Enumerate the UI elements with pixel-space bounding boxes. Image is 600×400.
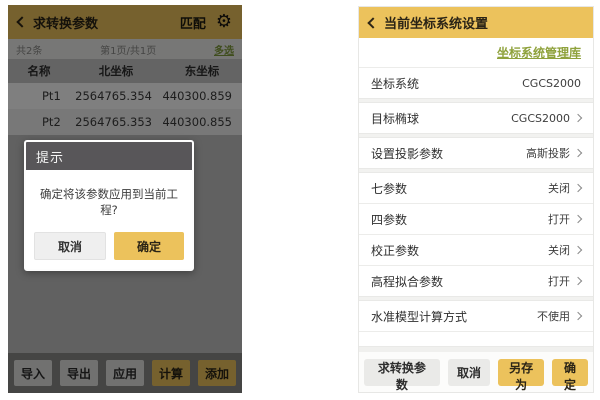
setting-value: 关闭 <box>548 180 570 196</box>
setting-value: 打开 <box>548 273 570 289</box>
dialog-title: 提示 <box>26 142 192 170</box>
chevron-right-icon <box>574 246 582 254</box>
setting-row-projection-params[interactable]: 设置投影参数 高斯投影 <box>359 138 593 168</box>
setting-row-seven-params[interactable]: 七参数 关闭 <box>359 173 593 203</box>
setting-label: 七参数 <box>371 180 407 197</box>
setting-row-height-fitting-params[interactable]: 高程拟合参数 打开 <box>359 266 593 296</box>
left-phone-screen: 求转换参数 匹配 ⚙ 共2条 第1页/共1页 多选 名称 北坐标 东坐标 Pt1… <box>8 5 242 393</box>
solve-parameters-button[interactable]: 求转换参数 <box>364 359 440 386</box>
right-app-header: 当前坐标系统设置 <box>359 7 593 38</box>
setting-row-four-params[interactable]: 四参数 打开 <box>359 204 593 234</box>
setting-label: 高程拟合参数 <box>371 273 443 290</box>
setting-label: 水准模型计算方式 <box>371 308 467 325</box>
chevron-right-icon <box>574 215 582 223</box>
library-link-row: 坐标系统管理库 <box>359 38 593 68</box>
chevron-right-icon <box>574 277 582 285</box>
save-as-button[interactable]: 另存为 <box>498 359 544 386</box>
right-page-title: 当前坐标系统设置 <box>384 13 488 32</box>
confirm-button[interactable]: 确定 <box>552 359 588 386</box>
confirm-dialog: 提示 确定将该参数应用到当前工程? 取消 确定 <box>24 140 194 271</box>
dialog-cancel-button[interactable]: 取消 <box>34 232 106 260</box>
setting-label: 四参数 <box>371 211 407 228</box>
chevron-right-icon <box>574 149 582 157</box>
setting-value: 不使用 <box>537 308 570 324</box>
right-phone-screen: 当前坐标系统设置 坐标系统管理库 坐标系统 CGCS2000 目标椭球 CGCS… <box>358 6 594 393</box>
setting-row-target-ellipsoid[interactable]: 目标椭球 CGCS2000 <box>359 103 593 133</box>
setting-value: CGCS2000 <box>522 77 581 90</box>
cancel-button[interactable]: 取消 <box>448 359 491 386</box>
setting-value: 打开 <box>548 211 570 227</box>
chevron-right-icon <box>574 114 582 122</box>
setting-row-level-model-method[interactable]: 水准模型计算方式 不使用 <box>359 301 593 331</box>
empty-space <box>359 332 593 346</box>
coordinate-library-link[interactable]: 坐标系统管理库 <box>497 44 581 61</box>
setting-label: 设置投影参数 <box>371 145 443 162</box>
setting-value: 高斯投影 <box>526 145 570 161</box>
dialog-button-row: 取消 确定 <box>26 232 192 269</box>
setting-label: 坐标系统 <box>371 75 419 92</box>
dialog-confirm-button[interactable]: 确定 <box>114 232 184 260</box>
screenshot-canvas: 求转换参数 匹配 ⚙ 共2条 第1页/共1页 多选 名称 北坐标 东坐标 Pt1… <box>0 0 600 400</box>
dialog-message: 确定将该参数应用到当前工程? <box>26 170 192 232</box>
chevron-right-icon <box>574 312 582 320</box>
right-bottom-toolbar: 求转换参数 取消 另存为 确定 <box>359 352 593 392</box>
setting-label: 校正参数 <box>371 242 419 259</box>
setting-row-correction-params[interactable]: 校正参数 关闭 <box>359 235 593 265</box>
back-icon[interactable] <box>367 17 378 28</box>
setting-value: 关闭 <box>548 242 570 258</box>
chevron-right-icon <box>574 184 582 192</box>
setting-value: CGCS2000 <box>511 112 570 125</box>
setting-row-coordinate-system[interactable]: 坐标系统 CGCS2000 <box>359 68 593 98</box>
setting-label: 目标椭球 <box>371 110 419 127</box>
